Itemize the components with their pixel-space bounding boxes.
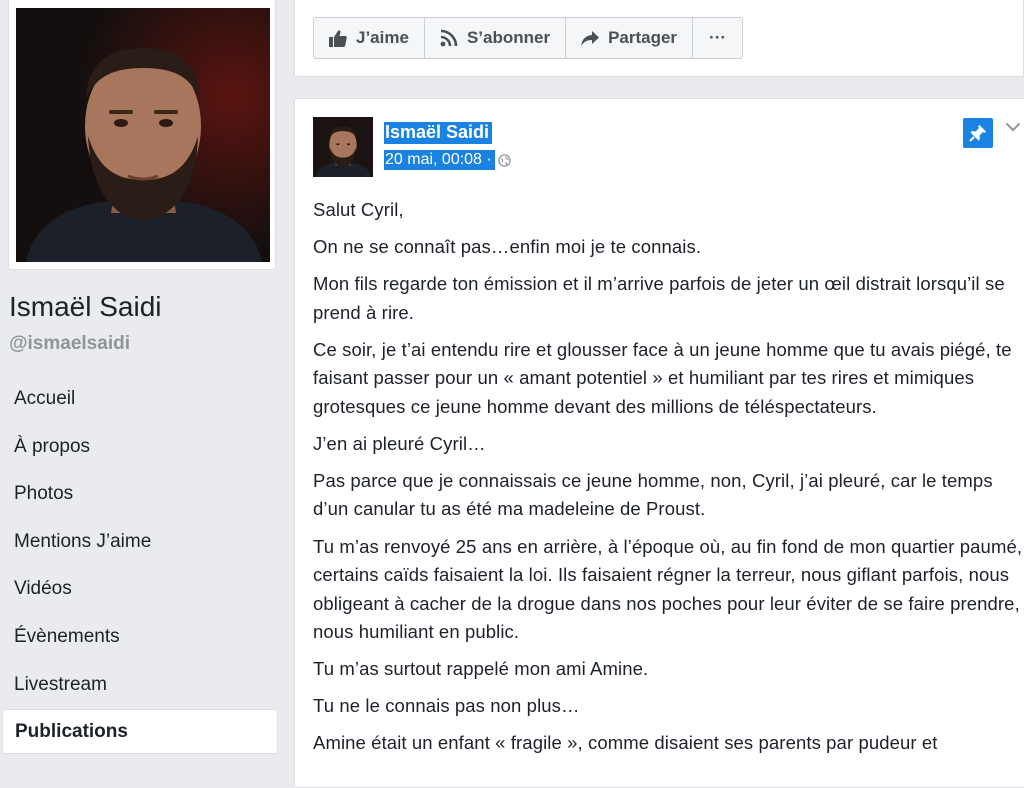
chevron-down-icon[interactable] bbox=[1005, 121, 1021, 133]
thumbs-up-icon bbox=[329, 30, 347, 47]
post-paragraph: Tu ne le connais pas non plus… bbox=[313, 695, 580, 717]
pinned-post-icon[interactable] bbox=[963, 118, 993, 148]
post-paragraph: Mon fils regarde ton émission et il m’ar… bbox=[313, 273, 1005, 323]
post-author-name[interactable]: Ismaël Saidi bbox=[384, 122, 493, 144]
like-page-label: J’aime bbox=[356, 28, 409, 47]
nav-item-livestream[interactable]: Livestream bbox=[2, 661, 278, 709]
post-paragraph: Amine était un enfant « fragile », comme… bbox=[313, 732, 938, 754]
globe-icon bbox=[497, 153, 511, 167]
page-actions-card: J’aime S’abonner Partager ··· bbox=[294, 0, 1024, 77]
post-paragraph: Tu m’as renvoyé 25 ans en arrière, à l’é… bbox=[313, 535, 1023, 643]
profile-picture-frame bbox=[8, 0, 276, 270]
nav-item-a-propos[interactable]: À propos bbox=[2, 423, 278, 471]
nav-item-videos[interactable]: Vidéos bbox=[2, 565, 278, 613]
nav-item-publications[interactable]: Publications bbox=[2, 709, 278, 755]
page-handle[interactable]: @ismaelsaidi bbox=[9, 333, 130, 355]
post-paragraph: Tu m’as surtout rappelé mon ami Amine. bbox=[313, 658, 649, 680]
share-label: Partager bbox=[608, 28, 678, 47]
subscribe-label: S’abonner bbox=[466, 28, 551, 47]
nav-item-evenements[interactable]: Évènements bbox=[2, 613, 278, 661]
page-name[interactable]: Ismaël Saidi bbox=[9, 291, 162, 323]
profile-picture[interactable] bbox=[16, 8, 270, 262]
nav-item-mentions-jaime[interactable]: Mentions J’aime bbox=[2, 518, 278, 566]
more-options-icon: ··· bbox=[709, 28, 727, 47]
post-paragraph: J’en ai pleuré Cyril… bbox=[313, 432, 486, 454]
nav-item-accueil[interactable]: Accueil bbox=[2, 375, 278, 423]
page-actions-bar: J’aime S’abonner Partager ··· bbox=[313, 17, 744, 59]
more-options-button[interactable]: ··· bbox=[693, 18, 742, 58]
post-timestamp[interactable]: 20 mai, 00:08 · bbox=[384, 150, 495, 170]
share-arrow-icon bbox=[581, 30, 600, 46]
subscribe-button[interactable]: S’abonner bbox=[425, 18, 567, 58]
like-page-button[interactable]: J’aime bbox=[314, 18, 425, 58]
rss-icon bbox=[440, 29, 458, 47]
left-column: Ismaël Saidi @ismaelsaidi Accueil À prop… bbox=[0, 0, 290, 768]
post-paragraph: Ce soir, je t’ai entendu rire et glousse… bbox=[313, 338, 1012, 417]
share-button[interactable]: Partager bbox=[566, 18, 694, 58]
page-navigation: Accueil À propos Photos Mentions J’aime … bbox=[2, 375, 278, 755]
post-paragraph: Salut Cyril, bbox=[313, 199, 404, 220]
nav-item-photos[interactable]: Photos bbox=[2, 470, 278, 518]
post-meta: 20 mai, 00:08 · bbox=[384, 150, 511, 170]
post-author-avatar[interactable] bbox=[313, 117, 373, 177]
post-card: Ismaël Saidi 20 mai, 00:08 · Salut Cyril… bbox=[294, 98, 1024, 788]
post-paragraph: Pas parce que je connaissais ce jeune ho… bbox=[313, 469, 993, 520]
post-text: Salut Cyril, On ne se connaît pas…enfin … bbox=[313, 196, 1024, 766]
post-paragraph: On ne se connaît pas…enfin moi je te con… bbox=[313, 236, 702, 258]
